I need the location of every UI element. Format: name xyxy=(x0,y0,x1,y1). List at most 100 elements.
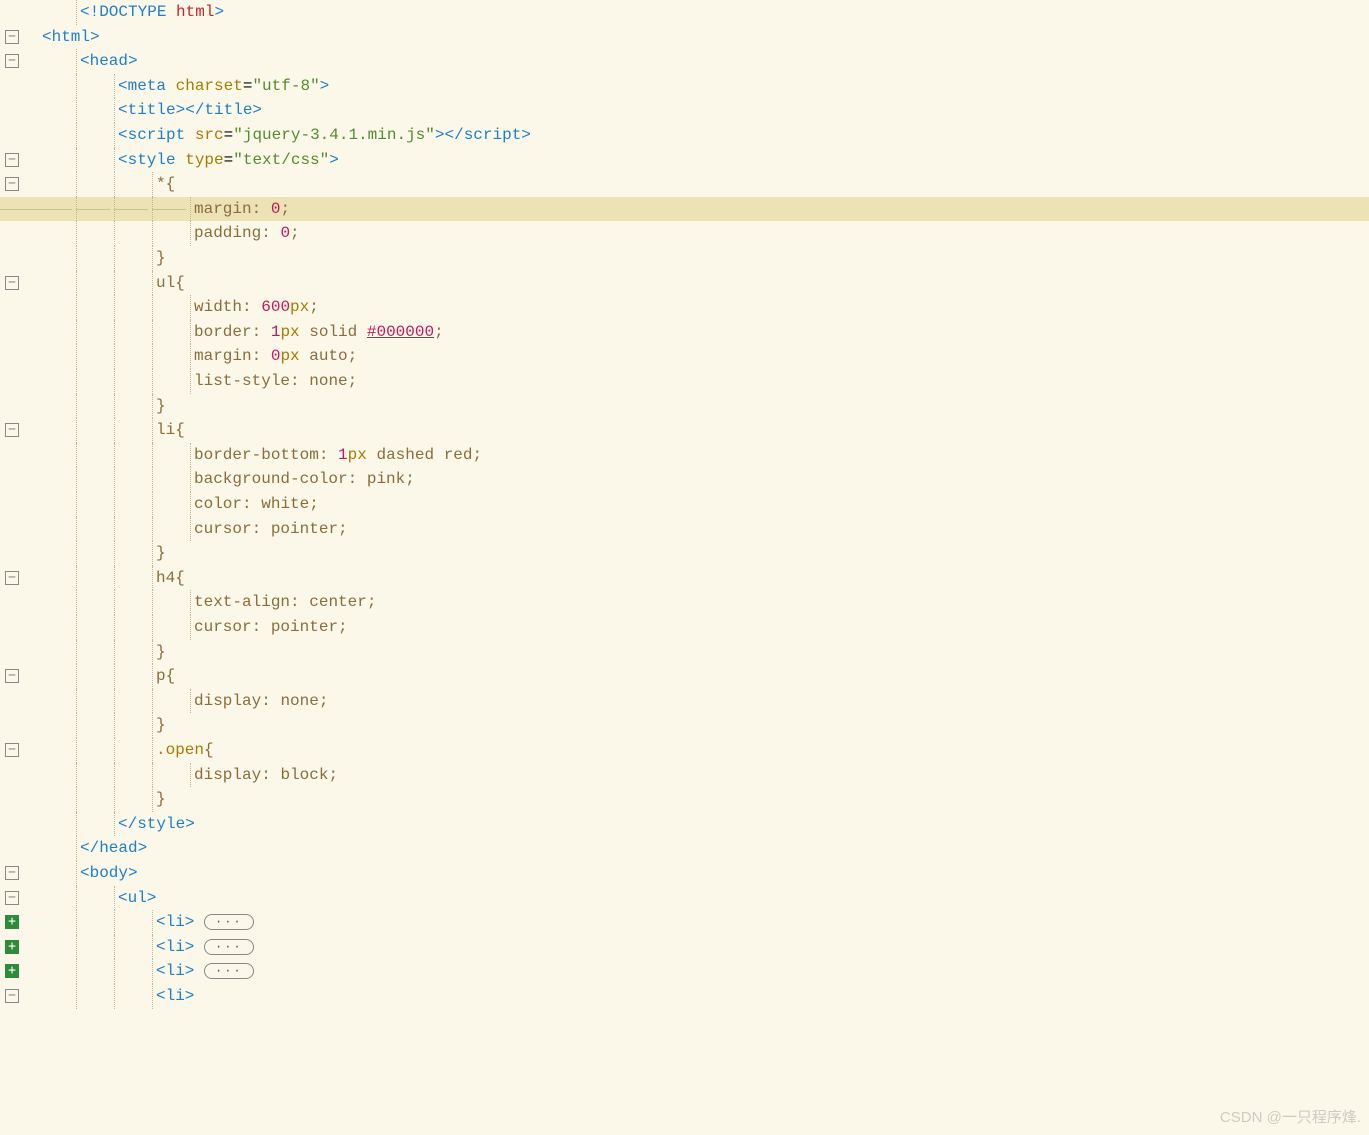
code-line[interactable]: <script src="jquery-3.4.1.min.js"></scri… xyxy=(26,123,1369,148)
code-text[interactable]: width: 600px; xyxy=(194,295,319,320)
code-text[interactable]: } xyxy=(156,787,166,812)
code-line[interactable]: } xyxy=(26,787,1369,812)
code-text[interactable]: <body> xyxy=(80,861,138,886)
code-text[interactable]: li{ xyxy=(156,418,185,443)
code-text[interactable]: </style> xyxy=(118,812,195,837)
code-line[interactable]: list-style: none; xyxy=(26,369,1369,394)
code-text[interactable]: display: none; xyxy=(194,689,328,714)
folded-code-pill[interactable]: ··· xyxy=(204,963,254,979)
code-line[interactable]: p{ xyxy=(26,664,1369,689)
code-line[interactable]: <li> ··· xyxy=(26,935,1369,960)
code-text[interactable]: <html> xyxy=(42,25,100,50)
code-line[interactable]: li{ xyxy=(26,418,1369,443)
code-line[interactable]: color: white; xyxy=(26,492,1369,517)
fold-collapse-icon[interactable] xyxy=(5,423,19,437)
folded-code-pill[interactable]: ··· xyxy=(204,939,254,955)
code-text[interactable]: color: white; xyxy=(194,492,319,517)
fold-collapse-icon[interactable] xyxy=(5,54,19,68)
code-line[interactable]: margin: 0; xyxy=(26,197,1369,222)
code-line[interactable]: } xyxy=(26,640,1369,665)
code-line[interactable]: display: block; xyxy=(26,763,1369,788)
code-line[interactable]: background-color: pink; xyxy=(26,467,1369,492)
code-line[interactable]: padding: 0; xyxy=(26,221,1369,246)
code-line[interactable]: border-bottom: 1px dashed red; xyxy=(26,443,1369,468)
code-text[interactable]: } xyxy=(156,713,166,738)
code-line[interactable]: </head> xyxy=(26,836,1369,861)
code-text[interactable]: *{ xyxy=(156,172,175,197)
code-line[interactable]: *{ xyxy=(26,172,1369,197)
code-text[interactable]: } xyxy=(156,246,166,271)
code-line[interactable]: <li> ··· xyxy=(26,959,1369,984)
fold-collapse-icon[interactable] xyxy=(5,866,19,880)
code-line[interactable]: <body> xyxy=(26,861,1369,886)
code-text[interactable]: padding: 0; xyxy=(194,221,300,246)
code-text[interactable]: display: block; xyxy=(194,763,338,788)
fold-collapse-icon[interactable] xyxy=(5,177,19,191)
code-text[interactable]: <meta charset="utf-8"> xyxy=(118,74,329,99)
fold-expand-icon[interactable] xyxy=(5,940,19,954)
code-text[interactable]: <head> xyxy=(80,49,138,74)
code-text[interactable]: border-bottom: 1px dashed red; xyxy=(194,443,482,468)
code-text[interactable]: <li> ··· xyxy=(156,935,254,960)
fold-collapse-icon[interactable] xyxy=(5,153,19,167)
code-text[interactable]: margin: 0; xyxy=(194,197,290,222)
code-text[interactable]: h4{ xyxy=(156,566,185,591)
code-line[interactable]: <ul> xyxy=(26,886,1369,911)
code-text[interactable]: cursor: pointer; xyxy=(194,615,348,640)
code-line[interactable]: text-align: center; xyxy=(26,590,1369,615)
code-line[interactable]: } xyxy=(26,713,1369,738)
code-line[interactable]: </style> xyxy=(26,812,1369,837)
code-line[interactable]: cursor: pointer; xyxy=(26,615,1369,640)
code-text[interactable]: background-color: pink; xyxy=(194,467,415,492)
code-line[interactable]: display: none; xyxy=(26,689,1369,714)
code-line[interactable]: h4{ xyxy=(26,566,1369,591)
folded-code-pill[interactable]: ··· xyxy=(204,914,254,930)
code-text[interactable]: <ul> xyxy=(118,886,156,911)
code-text[interactable]: <li> ··· xyxy=(156,959,254,984)
code-line[interactable]: .open{ xyxy=(26,738,1369,763)
code-line[interactable]: margin: 0px auto; xyxy=(26,344,1369,369)
code-text[interactable]: } xyxy=(156,541,166,566)
code-line[interactable]: } xyxy=(26,394,1369,419)
fold-collapse-icon[interactable] xyxy=(5,669,19,683)
code-line[interactable]: <style type="text/css"> xyxy=(26,148,1369,173)
code-text[interactable]: <!DOCTYPE html> xyxy=(80,0,224,25)
code-text[interactable]: <style type="text/css"> xyxy=(118,148,339,173)
code-line[interactable]: <html> xyxy=(26,25,1369,50)
code-line[interactable]: <!DOCTYPE html> xyxy=(26,0,1369,25)
code-line[interactable]: border: 1px solid #000000; xyxy=(26,320,1369,345)
code-text[interactable]: .open{ xyxy=(156,738,214,763)
fold-collapse-icon[interactable] xyxy=(5,989,19,1003)
code-text[interactable]: p{ xyxy=(156,664,175,689)
code-line[interactable]: ul{ xyxy=(26,271,1369,296)
code-text[interactable]: ul{ xyxy=(156,271,185,296)
code-line[interactable]: <li> xyxy=(26,984,1369,1009)
code-text[interactable]: <title></title> xyxy=(118,98,262,123)
fold-collapse-icon[interactable] xyxy=(5,891,19,905)
code-text[interactable]: } xyxy=(156,640,166,665)
code-text[interactable]: margin: 0px auto; xyxy=(194,344,357,369)
code-line[interactable]: <li> ··· xyxy=(26,910,1369,935)
code-text[interactable]: </head> xyxy=(80,836,147,861)
code-text[interactable]: text-align: center; xyxy=(194,590,376,615)
code-text[interactable]: border: 1px solid #000000; xyxy=(194,320,444,345)
code-line[interactable]: } xyxy=(26,246,1369,271)
code-line[interactable]: <title></title> xyxy=(26,98,1369,123)
code-text[interactable]: <li> ··· xyxy=(156,910,254,935)
code-line[interactable]: width: 600px; xyxy=(26,295,1369,320)
fold-collapse-icon[interactable] xyxy=(5,571,19,585)
code-text[interactable]: <li> xyxy=(156,984,194,1009)
code-text[interactable]: <script src="jquery-3.4.1.min.js"></scri… xyxy=(118,123,531,148)
fold-expand-icon[interactable] xyxy=(5,964,19,978)
code-line[interactable]: <head> xyxy=(26,49,1369,74)
fold-collapse-icon[interactable] xyxy=(5,30,19,44)
fold-collapse-icon[interactable] xyxy=(5,276,19,290)
code-line[interactable]: cursor: pointer; xyxy=(26,517,1369,542)
code-text[interactable]: list-style: none; xyxy=(194,369,357,394)
code-line[interactable]: <meta charset="utf-8"> xyxy=(26,74,1369,99)
code-text[interactable]: } xyxy=(156,394,166,419)
code-line[interactable]: } xyxy=(26,541,1369,566)
fold-collapse-icon[interactable] xyxy=(5,743,19,757)
code-text[interactable]: cursor: pointer; xyxy=(194,517,348,542)
fold-expand-icon[interactable] xyxy=(5,915,19,929)
